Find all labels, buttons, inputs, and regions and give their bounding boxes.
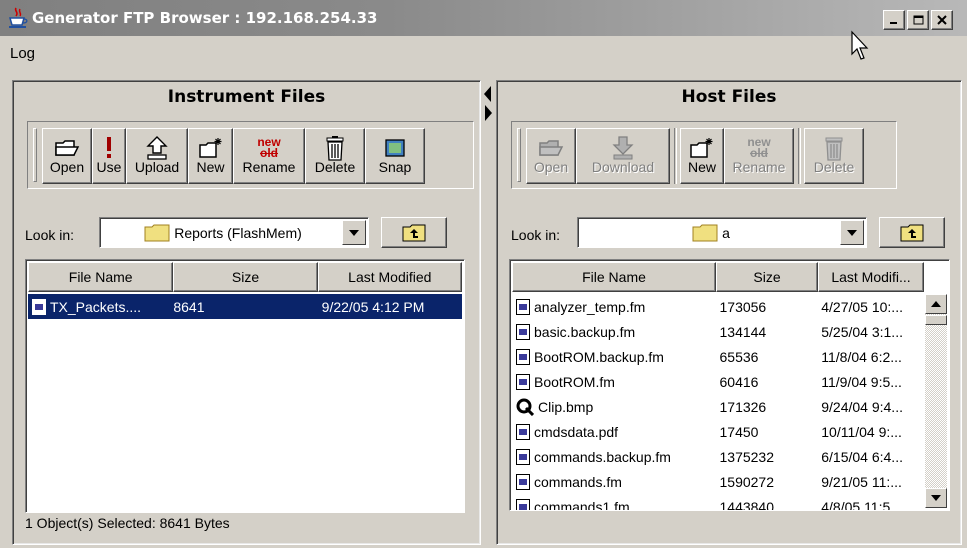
download-arrow-icon — [612, 136, 634, 160]
window-title: Generator FTP Browser : 192.168.254.33 — [32, 9, 378, 27]
doc-icon — [516, 498, 530, 510]
instrument-files-panel: Instrument Files Open Use Upload New new… — [12, 80, 481, 545]
instrument-file-table[interactable]: File Name Size Last Modified TX_Packets.… — [25, 259, 465, 513]
toolbar-grip[interactable] — [517, 128, 521, 182]
table-row[interactable]: TX_Packets.... 8641 9/22/05 4:12 PM — [28, 294, 462, 319]
toolbar-grip[interactable] — [33, 128, 37, 182]
column-header-file-name[interactable]: File Name — [512, 262, 716, 292]
rename-new-old-icon: new old — [747, 135, 771, 160]
scroll-thumb[interactable] — [925, 315, 947, 325]
doc-icon — [516, 473, 530, 490]
doc-icon — [516, 448, 530, 465]
table-row[interactable]: cmdsdata.pdf 17450 10/11/04 9:... — [512, 419, 947, 444]
host-file-table[interactable]: File Name Size Last Modifi... analyzer_t… — [509, 259, 950, 511]
minimize-button[interactable] — [883, 10, 905, 30]
bmp-icon — [516, 398, 534, 416]
snap-button[interactable]: Snap — [365, 128, 425, 184]
look-in-label: Look in: — [511, 227, 561, 243]
host-file-rows: analyzer_temp.fm 173056 4/27/05 10:... basi… — [512, 294, 947, 510]
java-cup-icon[interactable] — [8, 7, 28, 29]
close-button[interactable] — [931, 10, 953, 30]
new-folder-icon — [198, 138, 221, 158]
new-folder-icon — [690, 138, 713, 158]
chevron-down-icon — [349, 229, 359, 236]
up-folder-icon — [900, 224, 924, 241]
look-in-value: Reports (FlashMem) — [174, 225, 302, 241]
dropdown-arrow-button[interactable] — [840, 220, 864, 245]
column-header-size[interactable]: Size — [716, 262, 818, 292]
delete-button[interactable]: Delete — [804, 128, 864, 184]
use-button[interactable]: Use — [92, 128, 126, 184]
new-button[interactable]: New — [188, 128, 233, 184]
menu-bar: Log — [0, 36, 967, 70]
folder-open-icon — [55, 140, 80, 156]
dropdown-arrow-button[interactable] — [342, 220, 366, 245]
look-in-dropdown[interactable]: a — [577, 217, 867, 248]
table-row[interactable]: BootROM.backup.fm 65536 11/8/04 6:2... — [512, 344, 947, 369]
table-header: File Name Size Last Modified — [28, 262, 462, 292]
new-button[interactable]: New — [680, 128, 724, 184]
doc-icon — [516, 348, 530, 365]
table-row[interactable]: BootROM.fm 60416 11/9/04 9:5... — [512, 369, 947, 394]
column-header-size[interactable]: Size — [173, 262, 318, 292]
panel-title: Instrument Files — [167, 87, 326, 107]
upload-button[interactable]: Upload — [126, 128, 188, 184]
instrument-toolbar: Open Use Upload New new old Rename Delet… — [27, 121, 474, 189]
up-folder-button[interactable] — [381, 217, 447, 248]
open-button[interactable]: Open — [42, 128, 92, 184]
table-row[interactable]: commands.fm 1590272 9/21/05 11:... — [512, 469, 947, 494]
column-header-file-name[interactable]: File Name — [28, 262, 174, 292]
chevron-down-icon — [847, 229, 857, 236]
host-toolbar: Open Download New new old Rename Delete — [511, 121, 897, 189]
scroll-up-button[interactable] — [925, 294, 947, 314]
doc-icon — [516, 298, 530, 315]
rename-button[interactable]: new old Rename — [233, 128, 305, 184]
open-button[interactable]: Open — [526, 128, 576, 184]
splitter-arrows-icon[interactable] — [482, 84, 494, 124]
minimize-icon — [890, 22, 897, 24]
up-folder-button[interactable] — [879, 217, 945, 248]
maximize-icon — [913, 15, 923, 25]
table-row[interactable]: commands.backup.fm 1375232 6/15/04 6:4... — [512, 444, 947, 469]
doc-icon — [516, 423, 530, 440]
snapshot-icon — [385, 139, 405, 157]
upload-arrow-icon — [146, 136, 168, 160]
table-row[interactable]: Clip.bmp 171326 9/24/04 9:4... — [512, 394, 947, 419]
vertical-scrollbar[interactable] — [925, 294, 947, 508]
doc-icon — [32, 298, 46, 315]
delete-button[interactable]: Delete — [305, 128, 365, 184]
download-button[interactable]: Download — [576, 128, 670, 184]
column-header-last-modified[interactable]: Last Modified — [317, 262, 462, 292]
arrow-down-icon — [931, 495, 941, 501]
title-bar: Generator FTP Browser : 192.168.254.33 — [0, 0, 967, 36]
rename-new-old-icon: new old — [257, 135, 281, 160]
look-in-label: Look in: — [25, 227, 75, 243]
host-files-panel: Host Files Open Download New new old Ren… — [496, 80, 962, 545]
look-in-dropdown[interactable]: Reports (FlashMem) — [99, 217, 369, 248]
window-controls — [883, 10, 953, 30]
arrow-up-icon — [931, 301, 941, 307]
rename-button[interactable]: new old Rename — [724, 128, 794, 184]
trash-icon — [825, 137, 843, 161]
column-header-last-modified[interactable]: Last Modifi... — [818, 262, 924, 292]
table-row[interactable]: basic.backup.fm 134144 5/25/04 3:1... — [512, 319, 947, 344]
folder-icon — [144, 224, 170, 242]
table-row[interactable]: analyzer_temp.fm 173056 4/27/05 10:... — [512, 294, 947, 319]
doc-icon — [516, 373, 530, 390]
status-text: 1 Object(s) Selected: 8641 Bytes — [25, 515, 230, 531]
table-header: File Name Size Last Modifi... — [512, 262, 947, 292]
exclamation-icon — [107, 137, 111, 158]
up-folder-icon — [402, 224, 426, 241]
trash-icon — [326, 136, 344, 161]
menu-log[interactable]: Log — [0, 45, 35, 62]
close-icon — [937, 15, 947, 25]
scroll-down-button[interactable] — [925, 488, 947, 508]
doc-icon — [516, 323, 530, 340]
table-row[interactable]: commands1.fm 1443840 4/8/05 11:5... — [512, 494, 947, 510]
look-in-value: a — [722, 225, 730, 241]
panel-title: Host Files — [681, 87, 777, 107]
folder-icon — [692, 224, 718, 242]
folder-open-icon — [539, 140, 564, 156]
maximize-button[interactable] — [907, 10, 929, 30]
